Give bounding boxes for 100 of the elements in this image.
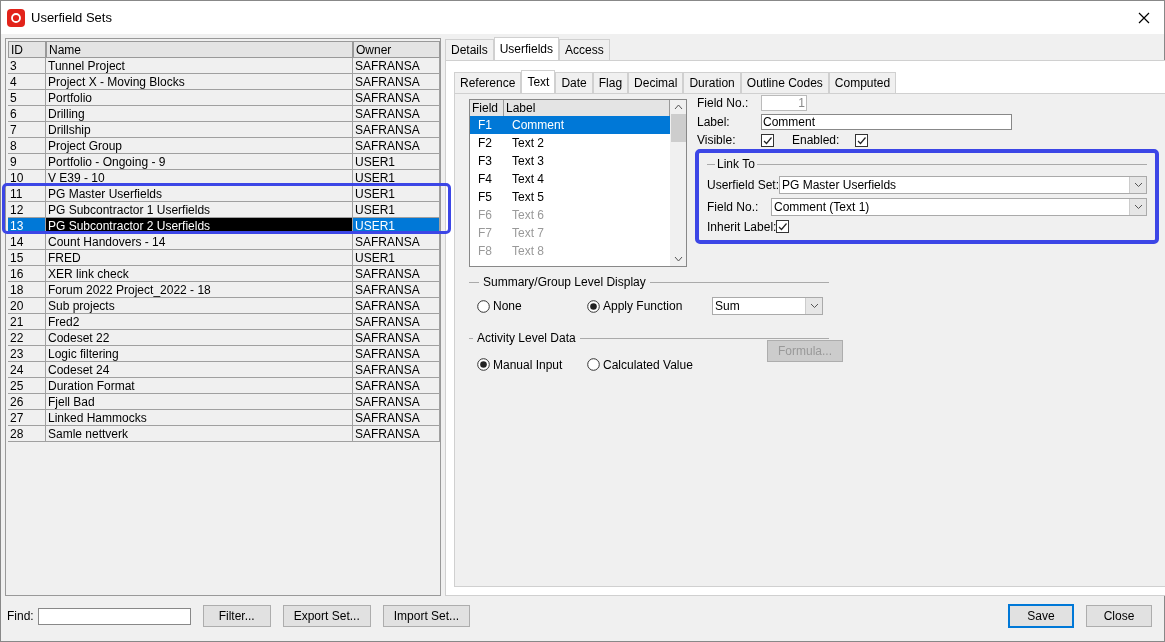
table-cell[interactable]: Portfolio: [46, 90, 353, 106]
table-cell[interactable]: SAFRANSA: [353, 426, 440, 442]
table-cell[interactable]: USER1: [353, 250, 440, 266]
table-cell[interactable]: Project Group: [46, 138, 353, 154]
list-item[interactable]: F4: [470, 170, 504, 188]
table-cell[interactable]: 24: [8, 362, 46, 378]
table-cell[interactable]: PG Master Userfields: [46, 186, 353, 202]
scroll-thumb[interactable]: [670, 114, 686, 142]
field-no-dropdown[interactable]: Comment (Text 1): [771, 197, 1147, 216]
list-item[interactable]: Comment: [504, 116, 670, 134]
list-item[interactable]: F1: [470, 116, 504, 134]
table-cell[interactable]: 27: [8, 410, 46, 426]
table-cell[interactable]: Codeset 22: [46, 330, 353, 346]
table-cell[interactable]: 22: [8, 330, 46, 346]
tab[interactable]: Access: [559, 38, 610, 60]
table-cell[interactable]: 14: [8, 234, 46, 250]
tab[interactable]: Computed: [828, 71, 897, 93]
tab[interactable]: Text: [521, 69, 556, 93]
table-cell[interactable]: 10: [8, 170, 46, 186]
table-cell[interactable]: Samle nettverk: [46, 426, 353, 442]
table-cell[interactable]: SAFRANSA: [353, 74, 440, 90]
table-cell[interactable]: SAFRANSA: [353, 234, 440, 250]
table-cell[interactable]: SAFRANSA: [353, 58, 440, 74]
table-cell[interactable]: XER link check: [46, 266, 353, 282]
column-header[interactable]: ID: [8, 41, 46, 58]
table-cell[interactable]: SAFRANSA: [353, 394, 440, 410]
table-cell[interactable]: 6: [8, 106, 46, 122]
table-cell[interactable]: USER1: [353, 186, 440, 202]
table-cell[interactable]: SAFRANSA: [353, 362, 440, 378]
table-cell[interactable]: 23: [8, 346, 46, 362]
list-item[interactable]: Text 4: [504, 170, 670, 188]
table-cell[interactable]: USER1: [353, 170, 440, 186]
tab[interactable]: Date: [555, 71, 593, 93]
table-cell[interactable]: 26: [8, 394, 46, 410]
table-cell[interactable]: SAFRANSA: [353, 266, 440, 282]
table-cell[interactable]: Drillship: [46, 122, 353, 138]
table-cell[interactable]: Linked Hammocks: [46, 410, 353, 426]
save-button[interactable]: Save: [1008, 603, 1074, 629]
table-cell[interactable]: 16: [8, 266, 46, 282]
column-header[interactable]: Field: [470, 100, 504, 116]
close-button[interactable]: Close: [1086, 604, 1152, 628]
tab[interactable]: Outline Codes: [740, 71, 829, 93]
table-cell[interactable]: SAFRANSA: [353, 298, 440, 314]
tab[interactable]: Userfields: [493, 36, 560, 60]
table-cell[interactable]: 3: [8, 58, 46, 74]
table-cell[interactable]: 11: [8, 186, 46, 202]
table-cell[interactable]: SAFRANSA: [353, 378, 440, 394]
table-cell[interactable]: 5: [8, 90, 46, 106]
list-item[interactable]: Text 5: [504, 188, 670, 206]
radio-button[interactable]: [477, 358, 490, 372]
tab[interactable]: Details: [445, 38, 494, 60]
table-cell[interactable]: 15: [8, 250, 46, 266]
table-cell[interactable]: Forum 2022 Project_2022 - 18: [46, 282, 353, 298]
list-item[interactable]: F3: [470, 152, 504, 170]
table-cell[interactable]: 7: [8, 122, 46, 138]
tab[interactable]: Duration: [683, 71, 741, 93]
table-cell[interactable]: Tunnel Project: [46, 58, 353, 74]
table-cell[interactable]: 18: [8, 282, 46, 298]
table-cell[interactable]: Fjell Bad: [46, 394, 353, 410]
scrollbar[interactable]: [670, 100, 686, 266]
table-cell[interactable]: SAFRANSA: [353, 346, 440, 362]
table-cell[interactable]: 4: [8, 74, 46, 90]
list-item[interactable]: Text 3: [504, 152, 670, 170]
radio-button[interactable]: [587, 358, 600, 372]
find-field[interactable]: [37, 607, 191, 625]
table-cell[interactable]: 25: [8, 378, 46, 394]
table-cell[interactable]: SAFRANSA: [353, 138, 440, 154]
column-header[interactable]: Label: [504, 100, 670, 116]
table-cell[interactable]: Drilling: [46, 106, 353, 122]
tab[interactable]: Reference: [454, 71, 522, 93]
button[interactable]: Export Set...: [282, 604, 371, 628]
table-cell[interactable]: FRED: [46, 250, 353, 266]
column-header[interactable]: Name: [46, 41, 353, 58]
list-item[interactable]: Text 2: [504, 134, 670, 152]
table-cell[interactable]: 21: [8, 314, 46, 330]
table-cell[interactable]: SAFRANSA: [353, 330, 440, 346]
table-cell[interactable]: Logic filtering: [46, 346, 353, 362]
radio-button[interactable]: [477, 299, 490, 313]
table-cell[interactable]: 28: [8, 426, 46, 442]
table-cell[interactable]: SAFRANSA: [353, 90, 440, 106]
table-cell[interactable]: V E39 - 10: [46, 170, 353, 186]
table-cell[interactable]: Codeset 24: [46, 362, 353, 378]
table-cell[interactable]: Sub projects: [46, 298, 353, 314]
button[interactable]: Import Set...: [382, 604, 471, 628]
table-cell[interactable]: 20: [8, 298, 46, 314]
table-cell[interactable]: Project X - Moving Blocks: [46, 74, 353, 90]
table-cell[interactable]: 8: [8, 138, 46, 154]
table-cell[interactable]: SAFRANSA: [353, 314, 440, 330]
button[interactable]: Filter...: [202, 604, 271, 628]
userfield-set-dropdown[interactable]: PG Master Userfields: [779, 175, 1147, 194]
table-cell[interactable]: Portfolio - Ongoing - 9: [46, 154, 353, 170]
list-item[interactable]: F2: [470, 134, 504, 152]
table-cell[interactable]: 9: [8, 154, 46, 170]
checkbox[interactable]: [855, 133, 869, 147]
table-cell[interactable]: SAFRANSA: [353, 122, 440, 138]
column-header[interactable]: Owner: [353, 41, 440, 58]
table-cell[interactable]: Duration Format: [46, 378, 353, 394]
list-item[interactable]: F5: [470, 188, 504, 206]
table-cell[interactable]: Fred2: [46, 314, 353, 330]
tab[interactable]: Decimal: [628, 71, 684, 93]
